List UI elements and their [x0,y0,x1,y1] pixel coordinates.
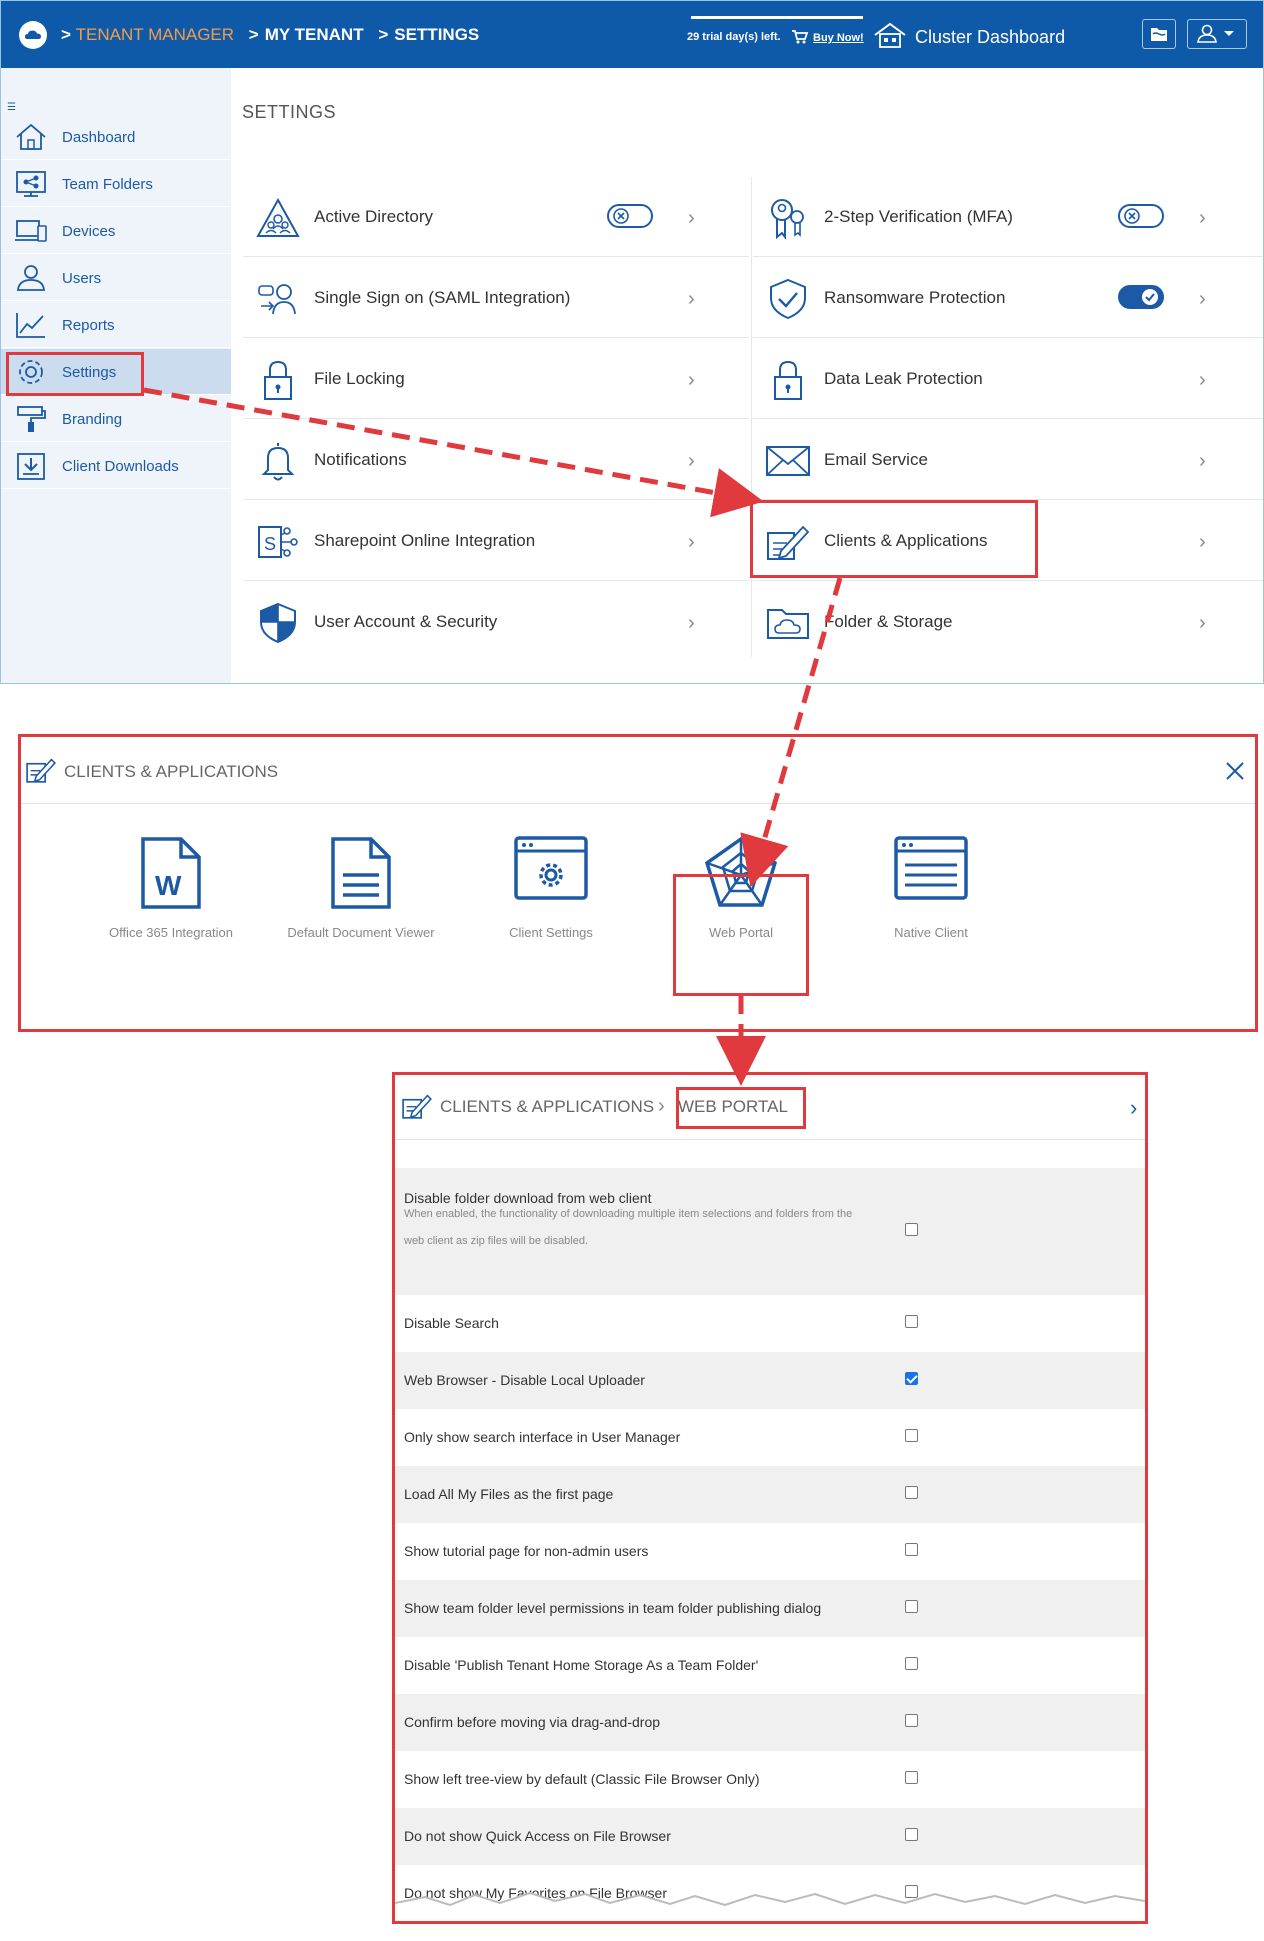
flow-arrows [143,387,843,1086]
arrow-settings-to-clients [143,387,764,518]
arrow-clients-to-web-portal [740,577,843,888]
